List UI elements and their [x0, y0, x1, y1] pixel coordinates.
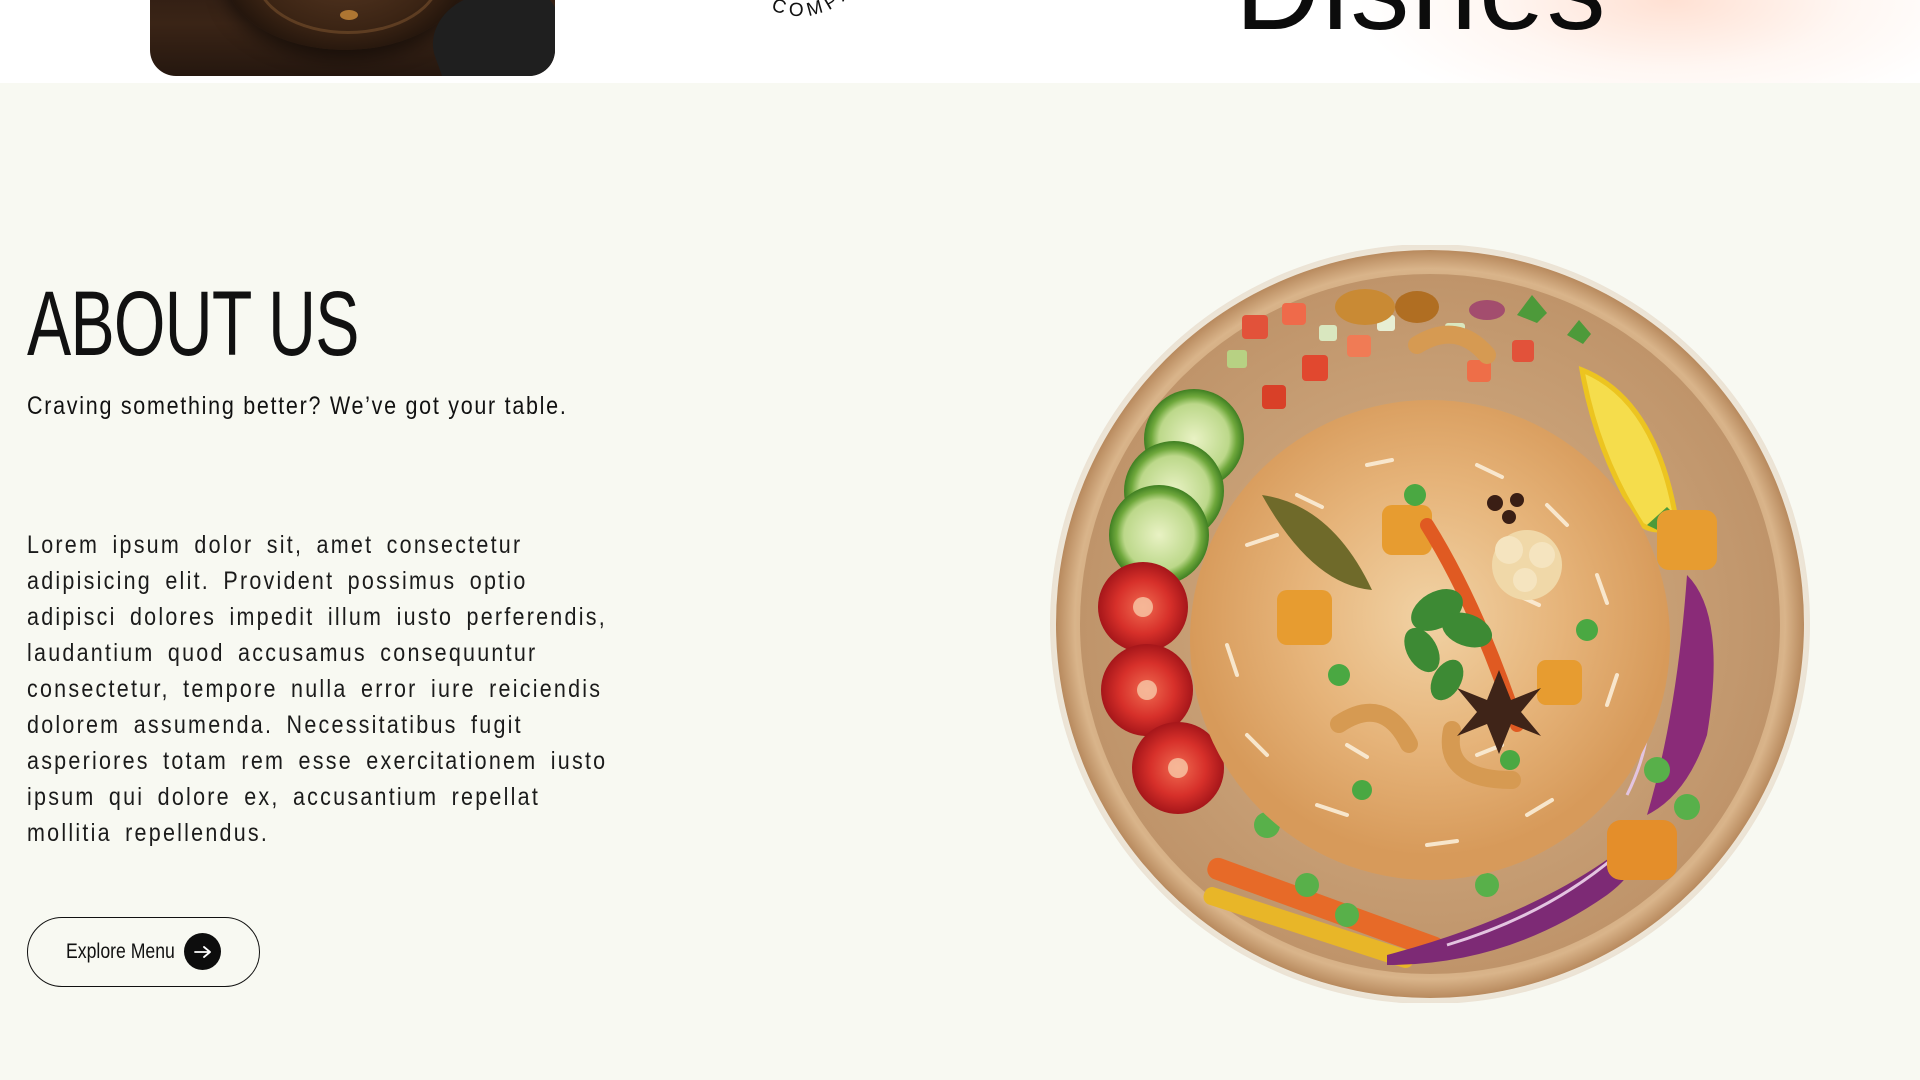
previous-section-strip: COMPA Dishes — [0, 0, 1920, 83]
dish-photo-cropped — [150, 0, 555, 76]
about-title: ABOUT US — [27, 273, 359, 375]
section-heading-fragment: Dishes — [1235, 0, 1608, 48]
circular-stamp-text: COMPA — [730, 0, 870, 32]
arrow-right-icon — [184, 933, 221, 970]
plate-image — [225, 0, 465, 50]
biryani-bowl-image — [1047, 244, 1813, 1004]
explore-menu-label: Explore Menu — [66, 940, 175, 963]
about-body-text: Lorem ipsum dolor sit, amet consectetur … — [27, 531, 608, 847]
about-subtitle: Craving something better? We’ve got your… — [27, 392, 568, 420]
stamp-text-fragment: COMPA — [769, 0, 854, 21]
plate-glint — [340, 10, 358, 20]
svg-text:COMPA: COMPA — [769, 0, 859, 21]
explore-menu-button[interactable]: Explore Menu — [27, 917, 260, 987]
